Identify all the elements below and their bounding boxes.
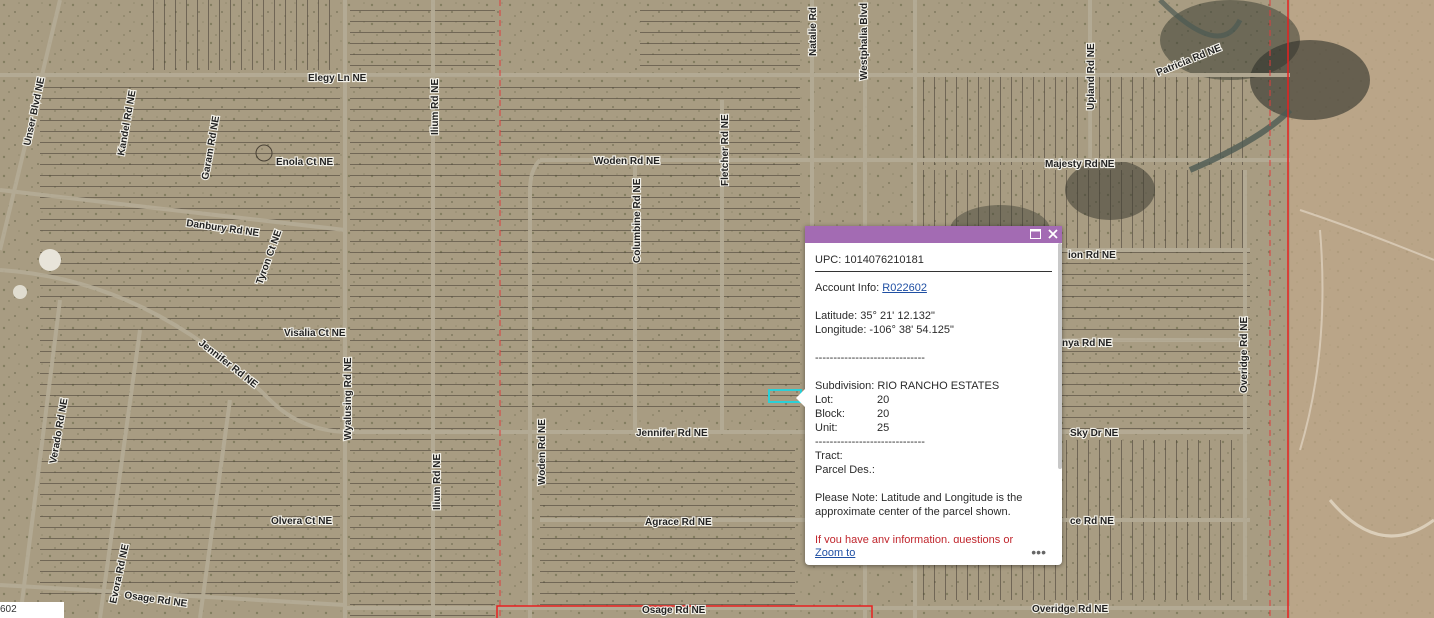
road-label: Visalia Ct NE bbox=[284, 328, 346, 339]
road-label: Overidge Rd NE bbox=[1239, 317, 1250, 393]
contact-text: If you have any information, questions o… bbox=[815, 534, 1014, 543]
road-label: Natalie Rd bbox=[808, 7, 819, 56]
account-info: Account Info: R022602 bbox=[815, 281, 1052, 295]
road-label: Ilium Rd NE bbox=[430, 79, 441, 135]
road-label: Overidge Rd NE bbox=[1032, 604, 1108, 615]
parcel-des-text: Parcel Des.: bbox=[815, 464, 875, 476]
road-label: ce Rd NE bbox=[1070, 516, 1114, 527]
block-label: Block: bbox=[815, 408, 845, 420]
upc-text: UPC: 1014076210181 bbox=[815, 253, 1052, 272]
maximize-icon[interactable] bbox=[1028, 227, 1043, 242]
road-label: Enola Ct NE bbox=[276, 157, 334, 168]
popup-footer: Zoom to ••• bbox=[815, 544, 1052, 561]
tract-text: Tract: bbox=[815, 450, 843, 462]
road-label: Osage Rd NE bbox=[642, 605, 706, 616]
road-label: Westphalia Blvd bbox=[859, 3, 870, 80]
road-label: Sky Dr NE bbox=[1070, 428, 1119, 439]
road-label: Fletcher Rd NE bbox=[720, 114, 731, 186]
popup-header bbox=[805, 226, 1062, 243]
note-text: Please Note: Latitude and Longitude is t… bbox=[815, 492, 1023, 518]
road-label: Agrace Rd NE bbox=[645, 517, 712, 528]
road-label: Woden Rd NE bbox=[537, 419, 548, 485]
road-label: Wyalusing Rd NE bbox=[343, 357, 354, 440]
account-link[interactable]: R022602 bbox=[882, 282, 927, 294]
longitude-text: Longitude: -106° 38' 54.125" bbox=[815, 324, 954, 336]
road-label: Jennifer Rd NE bbox=[636, 428, 708, 439]
divider-text: ------------------------------ bbox=[815, 352, 925, 364]
scale-fragment: 602 bbox=[0, 604, 17, 615]
block-row: Block: 20 bbox=[815, 407, 1052, 421]
road-label: Elegy Ln NE bbox=[308, 73, 367, 84]
unit-row: Unit: 25 bbox=[815, 421, 1052, 435]
lot-label: Lot: bbox=[815, 394, 834, 406]
close-icon[interactable] bbox=[1045, 227, 1060, 242]
more-options-icon[interactable]: ••• bbox=[1031, 544, 1046, 560]
road-label: Majesty Rd NE bbox=[1045, 159, 1115, 170]
road-label: Woden Rd NE bbox=[594, 156, 660, 167]
road-label: Upland Rd NE bbox=[1086, 43, 1097, 110]
parcel-popup[interactable]: UPC: 1014076210181 Account Info: R022602… bbox=[796, 226, 1062, 565]
unit-label: Unit: bbox=[815, 422, 838, 434]
lot-value: 20 bbox=[877, 394, 890, 406]
account-label: Account Info: bbox=[815, 282, 880, 294]
lot-row: Lot: 20 bbox=[815, 393, 1052, 407]
popup-content: UPC: 1014076210181 Account Info: R022602… bbox=[815, 253, 1052, 543]
popup-scrollbar[interactable] bbox=[1058, 243, 1062, 469]
zoom-to-link[interactable]: Zoom to bbox=[815, 547, 855, 559]
unit-value: 25 bbox=[877, 422, 890, 434]
popup-pointer bbox=[796, 389, 805, 407]
road-label: Ilium Rd NE bbox=[432, 454, 443, 510]
subdivision-text: Subdivision: RIO RANCHO ESTATES bbox=[815, 380, 1000, 392]
divider-text: ------------------------------ bbox=[815, 436, 925, 448]
aerial-map[interactable]: Unser Blvd NE Kandel Rd NE Garam Rd NE E… bbox=[0, 0, 1434, 618]
road-label: nya Rd NE bbox=[1062, 338, 1112, 349]
scale-readout: 602 bbox=[0, 602, 64, 618]
road-label: Columbine Rd NE bbox=[632, 178, 643, 263]
road-label: ion Rd NE bbox=[1068, 250, 1116, 261]
road-label: Olvera Ct NE bbox=[271, 516, 332, 527]
latitude-text: Latitude: 35° 21' 12.132" bbox=[815, 310, 935, 322]
block-value: 20 bbox=[877, 408, 890, 420]
